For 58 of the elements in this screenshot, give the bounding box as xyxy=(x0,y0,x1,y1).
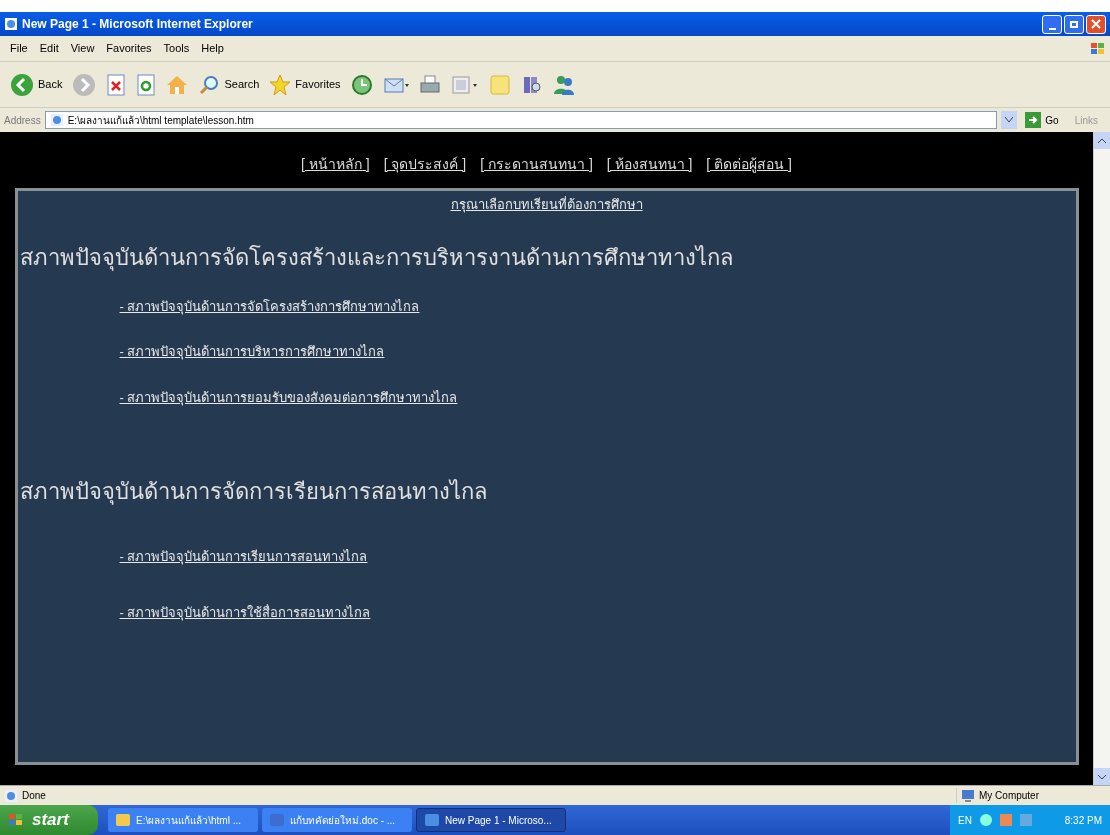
go-button[interactable]: Go xyxy=(1021,112,1063,128)
people-icon xyxy=(552,73,575,96)
start-button[interactable]: start xyxy=(0,805,98,835)
favorites-button[interactable]: Favorites xyxy=(267,73,343,96)
menu-item[interactable]: View xyxy=(64,40,101,57)
stop-page-icon xyxy=(106,73,127,96)
search-icon xyxy=(198,73,221,96)
menu-item[interactable]: File xyxy=(4,40,34,57)
lesson-link[interactable]: - สภาพปัจจุบันด้านการบริหารการศึกษาทางไกล xyxy=(119,342,385,362)
nav-link[interactable]: [ ห้องสนทนา ] xyxy=(606,154,693,175)
search-button[interactable]: Search xyxy=(196,73,262,96)
status-text: Done xyxy=(22,789,46,803)
menu-item[interactable]: Favorites xyxy=(100,40,158,57)
section-heading: สภาพปัจจุบันด้านการจัดโครงสร้างและการบริหารงานด้านการศึกษาทางไกล xyxy=(19,243,734,273)
page-edit-icon xyxy=(450,73,479,96)
taskbar-button[interactable]: E:\ผลงานแก้แล้ว\html ... xyxy=(108,808,258,832)
nav-link[interactable]: [ หน้าหลัก ] xyxy=(301,154,370,175)
scrollbar[interactable] xyxy=(1093,132,1110,785)
tray-icon[interactable] xyxy=(979,814,992,826)
printer-icon xyxy=(418,73,441,96)
clock: 8:32 PM xyxy=(1064,813,1102,828)
lesson-link[interactable]: - สภาพปัจจุบันด้านการเรียนการสอนทางไกล xyxy=(119,547,368,567)
back-button[interactable]: Back xyxy=(8,72,65,97)
restore-button[interactable] xyxy=(1064,14,1084,34)
zone-text: My Computer xyxy=(979,789,1039,803)
close-icon xyxy=(1091,19,1101,29)
address-label: Address xyxy=(4,113,41,128)
address-field[interactable]: E:\ผลงานแก้แล้ว\html template\lesson.htm xyxy=(44,111,998,129)
star-icon xyxy=(269,73,292,96)
dropdown-button[interactable] xyxy=(1001,111,1018,129)
lesson-link[interactable]: - สภาพปัจจุบันด้านการใช้สื่อการสอนทางไกล xyxy=(119,602,371,622)
arrow-icon xyxy=(1028,115,1039,125)
lesson-link[interactable]: - สภาพปัจจุบันด้านการยอมรับของสังคมต่อการศึกษาทางไกล xyxy=(119,387,458,407)
sticky-note-icon xyxy=(488,73,511,96)
windows-logo-icon xyxy=(1090,41,1106,56)
prompt-link[interactable]: กรุณาเลือกบทเรียนที่ต้องการศึกษา xyxy=(450,195,643,215)
house-icon xyxy=(166,73,189,96)
nav-link[interactable]: [ จุดประสงค์ ] xyxy=(383,154,467,175)
caret-icon xyxy=(1005,117,1014,123)
windows-logo-icon xyxy=(8,813,24,827)
menu-item[interactable]: Help xyxy=(195,40,230,57)
minimize-button[interactable] xyxy=(1042,14,1062,34)
menu-item[interactable]: Edit xyxy=(33,40,65,57)
menu-item[interactable]: Tools xyxy=(157,40,196,57)
taskbar-button[interactable]: แก้บทคัดย่อใหม่.doc - ... xyxy=(262,808,412,832)
section-heading: สภาพปัจจุบันด้านการจัดการเรียนการสอนทางไกล xyxy=(19,478,488,507)
ie-page-icon xyxy=(4,17,18,31)
window-title: New Page 1 - Microsoft Internet Explorer xyxy=(22,16,253,33)
taskbar-button[interactable]: New Page 1 - Microso... xyxy=(416,808,566,832)
lesson-link[interactable]: - สภาพปัจจุบันด้านการจัดโครงสร้างการศึกษาทางไกล xyxy=(119,296,420,316)
nav-link[interactable]: [ ติดต่อผู้สอน ] xyxy=(706,154,792,175)
nav-link[interactable]: [ กระดานสนทนา ] xyxy=(480,154,593,175)
close-button[interactable] xyxy=(1086,14,1106,34)
ie-page-icon xyxy=(4,788,18,803)
folder-icon xyxy=(116,814,130,826)
ie-page-icon xyxy=(49,113,64,127)
refresh-page-icon xyxy=(136,73,157,96)
computer-icon xyxy=(961,788,975,803)
